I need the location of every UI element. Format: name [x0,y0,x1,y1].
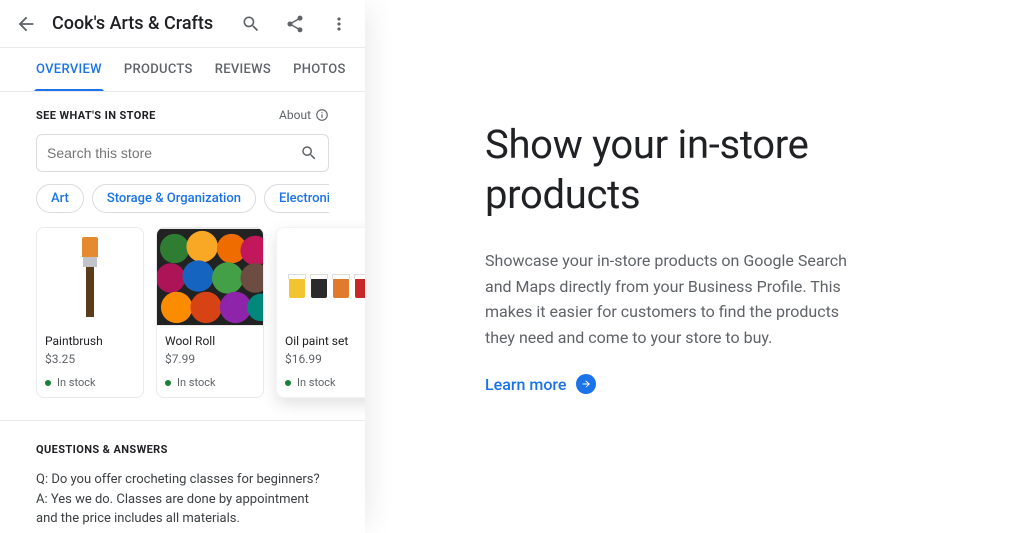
wool-image-icon [157,228,263,326]
back-button[interactable] [8,6,44,42]
stock-dot-icon [285,380,291,386]
about-label: About [279,108,311,122]
stock-badge: In stock [165,376,255,389]
listing-panel: Cook's Arts & Crafts OVERVIEW PRODUCTS R… [0,0,365,533]
qa-title: QUESTIONS & ANSWERS [36,443,329,456]
tab-reviews[interactable]: REVIEWS [215,48,271,92]
tab-overview[interactable]: OVERVIEW [36,48,102,92]
learn-more-label: Learn more [485,375,566,394]
product-name: Wool Roll [165,334,255,348]
arrow-circle-icon [576,374,596,394]
qa-question: Q: Do you offer crocheting classes for b… [36,470,329,490]
search-button[interactable] [233,6,269,42]
info-icon [315,108,329,122]
product-row: Paintbrush $3.25 In stock Wool Roll [36,227,329,398]
learn-more-link[interactable]: Learn more [485,374,596,394]
promo-headline: Show your in-store products [485,120,964,220]
tabs-row: OVERVIEW PRODUCTS REVIEWS PHOTOS ABO [0,48,365,92]
product-card[interactable]: Oil paint set $16.99 In stock [276,227,365,398]
product-price: $16.99 [285,352,365,366]
more-button[interactable] [321,6,357,42]
tab-products[interactable]: PRODUCTS [124,48,193,92]
product-name: Paintbrush [45,334,135,348]
stock-dot-icon [45,380,51,386]
chip-electronics[interactable]: Electronics [264,184,329,213]
store-search-input[interactable] [47,145,300,161]
more-vert-icon [329,14,349,34]
qa-section: QUESTIONS & ANSWERS Q: Do you offer croc… [0,420,365,533]
product-name: Oil paint set [285,334,365,348]
store-search[interactable] [36,134,329,172]
store-section: SEE WHAT'S IN STORE About Art Storage & … [0,92,365,398]
arrow-back-icon [15,13,37,35]
promo-panel: Show your in-store products Showcase you… [365,0,1024,533]
listing-header: Cook's Arts & Crafts [0,0,365,48]
product-price: $7.99 [165,352,255,366]
product-thumb-wool [157,228,263,326]
product-thumb-paintbrush [37,228,143,326]
share-icon [285,14,305,34]
search-icon [300,144,318,162]
product-thumb-paints [277,228,365,326]
business-title: Cook's Arts & Crafts [52,13,225,34]
chip-storage[interactable]: Storage & Organization [92,184,256,213]
product-card[interactable]: Wool Roll $7.99 In stock [156,227,264,398]
chip-art[interactable]: Art [36,184,84,213]
category-chips: Art Storage & Organization Electronics P… [36,184,329,213]
store-section-header: SEE WHAT'S IN STORE About [36,108,329,122]
about-link[interactable]: About [279,108,329,122]
search-icon [241,14,261,34]
promo-body: Showcase your in-store products on Googl… [485,248,865,350]
product-card[interactable]: Paintbrush $3.25 In stock [36,227,144,398]
tab-photos[interactable]: PHOTOS [293,48,346,92]
product-price: $3.25 [45,352,135,366]
stock-dot-icon [165,380,171,386]
share-button[interactable] [277,6,313,42]
stock-badge: In stock [45,376,135,389]
stock-badge: In stock [285,376,365,389]
store-section-title: SEE WHAT'S IN STORE [36,109,156,122]
qa-answer: A: Yes we do. Classes are done by appoin… [36,490,329,529]
